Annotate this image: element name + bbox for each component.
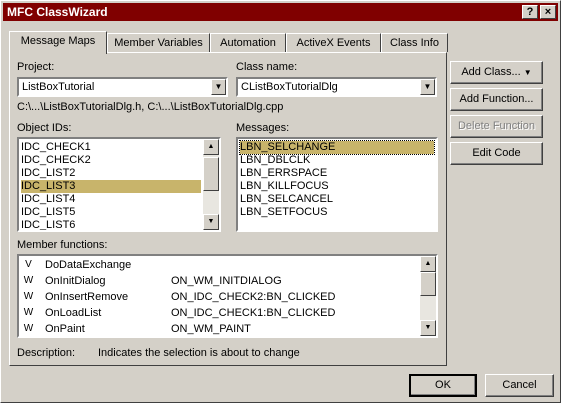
list-item[interactable]: IDC_LIST6 [21, 219, 201, 230]
list-item[interactable]: IDC_LIST5 [21, 206, 201, 219]
function-handler: ON_WM_PAINT [171, 323, 251, 335]
scroll-thumb[interactable] [420, 272, 436, 296]
scroll-up-icon[interactable]: ▲ [203, 139, 219, 155]
list-item[interactable]: IDC_CHECK1 [21, 141, 201, 154]
class-files-path: C:\...\ListBoxTutorialDlg.h, C:\...\List… [17, 101, 284, 113]
ok-button[interactable]: OK [409, 374, 477, 397]
class-name-label: Class name: [236, 61, 298, 73]
table-row[interactable]: V DoDataExchange [23, 257, 418, 273]
cancel-button[interactable]: Cancel [485, 374, 554, 397]
table-row[interactable]: W OnInsertRemove ON_IDC_CHECK2:BN_CLICKED [23, 289, 418, 305]
project-combo[interactable]: ListBoxTutorial ▼ [17, 77, 228, 97]
windows-message-icon: W [23, 307, 34, 318]
table-row[interactable]: W OnPaint ON_WM_PAINT [23, 321, 418, 336]
list-item[interactable]: LBN_SELCANCEL [240, 193, 434, 206]
classwizard-dialog: MFC ClassWizard ? × Message Maps Member … [0, 0, 561, 403]
scroll-down-icon[interactable]: ▼ [420, 320, 436, 336]
chevron-down-icon: ▼ [523, 68, 532, 77]
delete-function-button[interactable]: Delete Function [450, 115, 543, 138]
chevron-down-icon[interactable]: ▼ [420, 79, 435, 95]
function-handler: ON_IDC_CHECK2:BN_CLICKED [171, 291, 336, 303]
function-handler: ON_IDC_CHECK1:BN_CLICKED [171, 307, 336, 319]
tab-class-info[interactable]: Class Info [381, 33, 448, 52]
list-item[interactable]: IDC_CHECK2 [21, 154, 201, 167]
class-name-combo[interactable]: CListBoxTutorialDlg ▼ [236, 77, 437, 97]
member-functions-label: Member functions: [17, 239, 108, 251]
description-text: Indicates the selection is about to chan… [98, 347, 300, 359]
list-item[interactable]: LBN_KILLFOCUS [240, 180, 434, 193]
tab-activex-events[interactable]: ActiveX Events [286, 33, 381, 52]
table-row[interactable]: W OnLoadList ON_IDC_CHECK1:BN_CLICKED [23, 305, 418, 321]
list-item[interactable]: IDC_LIST2 [21, 167, 201, 180]
member-functions-list[interactable]: V DoDataExchange W OnInitDialog ON_WM_INITDI… [17, 254, 438, 338]
list-item[interactable]: LBN_DBLCLK [240, 154, 434, 167]
function-handler: ON_WM_INITDIALOG [171, 275, 282, 287]
list-item[interactable]: IDC_LIST3 [21, 180, 201, 193]
add-class-label: Add Class... [461, 66, 521, 78]
function-name: DoDataExchange [45, 259, 132, 271]
windows-message-icon: W [23, 275, 34, 286]
description-label: Description: [17, 347, 76, 359]
object-ids-label: Object IDs: [17, 122, 72, 134]
scroll-up-icon[interactable]: ▲ [420, 256, 436, 272]
add-class-button[interactable]: Add Class... ▼ [450, 61, 543, 84]
member-functions-scrollbar[interactable]: ▲ ▼ [420, 256, 436, 336]
add-function-button[interactable]: Add Function... [450, 88, 543, 111]
chevron-down-icon[interactable]: ▼ [211, 79, 226, 95]
scroll-thumb[interactable] [203, 157, 219, 191]
function-name: OnInitDialog [45, 275, 106, 287]
window-title: MFC ClassWizard [7, 5, 108, 19]
title-bar[interactable]: MFC ClassWizard ? × [3, 3, 558, 21]
scroll-down-icon[interactable]: ▼ [203, 214, 219, 230]
object-ids-scrollbar[interactable]: ▲ ▼ [203, 139, 219, 230]
edit-code-button[interactable]: Edit Code [450, 142, 543, 165]
tab-message-maps[interactable]: Message Maps [9, 31, 107, 54]
tab-member-variables[interactable]: Member Variables [107, 33, 210, 52]
help-button[interactable]: ? [522, 5, 538, 19]
virtual-function-icon: V [25, 259, 32, 270]
windows-message-icon: W [23, 323, 34, 334]
tab-automation[interactable]: Automation [210, 33, 286, 52]
function-name: OnLoadList [45, 307, 102, 319]
list-item[interactable]: IDC_LIST4 [21, 193, 201, 206]
close-button[interactable]: × [540, 5, 556, 19]
object-ids-list[interactable]: IDC_CHECK1 IDC_CHECK2 IDC_LIST2 IDC_LIST3 ID… [17, 137, 221, 232]
function-name: OnInsertRemove [45, 291, 129, 303]
messages-label: Messages: [236, 122, 290, 134]
project-label: Project: [17, 61, 55, 73]
messages-list[interactable]: LBN_SELCHANGE LBN_DBLCLK LBN_ERRSPACE LBN_K… [236, 137, 438, 232]
table-row[interactable]: W OnInitDialog ON_WM_INITDIALOG [23, 273, 418, 289]
project-value: ListBoxTutorial [22, 81, 95, 93]
list-item[interactable]: LBN_SETFOCUS [240, 206, 434, 219]
class-name-value: CListBoxTutorialDlg [241, 81, 338, 93]
list-item[interactable]: LBN_ERRSPACE [240, 167, 434, 180]
function-name: OnPaint [45, 323, 85, 335]
list-item[interactable]: LBN_SELCHANGE [239, 140, 435, 155]
windows-message-icon: W [23, 291, 34, 302]
